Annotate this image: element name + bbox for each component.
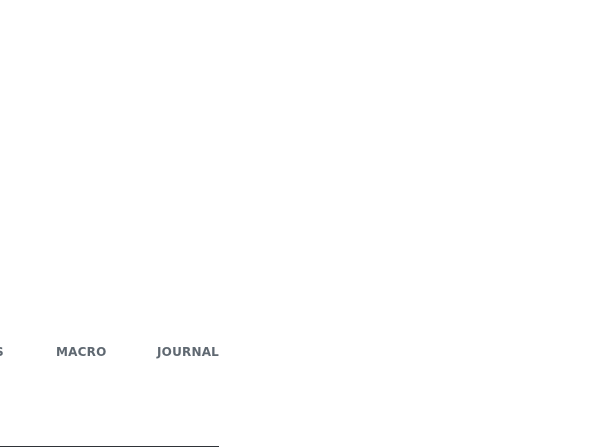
section-divider (0, 446, 219, 447)
nav-item-partial[interactable]: S (0, 342, 4, 362)
nav-item-macro[interactable]: MACRO (56, 342, 106, 362)
nav-item-journal[interactable]: JOURNAL (157, 342, 219, 362)
top-navigation: S MACRO JOURNAL (0, 342, 595, 362)
